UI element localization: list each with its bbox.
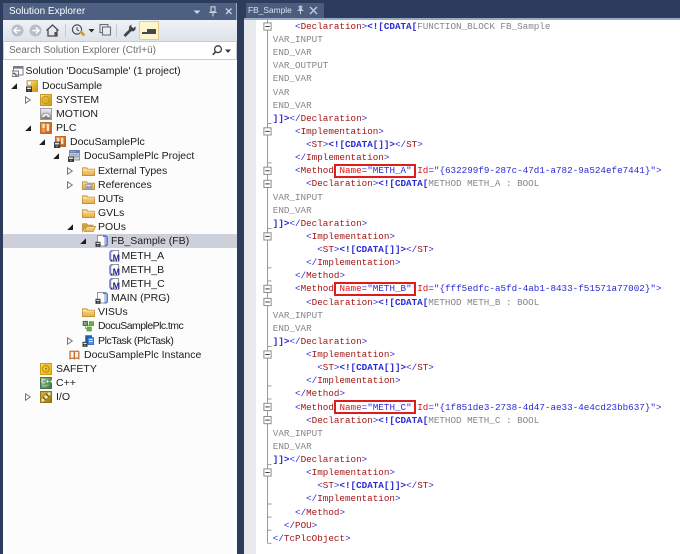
svg-text:M: M xyxy=(113,281,120,290)
svg-text:M: M xyxy=(113,253,120,262)
svg-text:C++: C++ xyxy=(41,378,52,385)
svg-text:M: M xyxy=(113,267,120,276)
